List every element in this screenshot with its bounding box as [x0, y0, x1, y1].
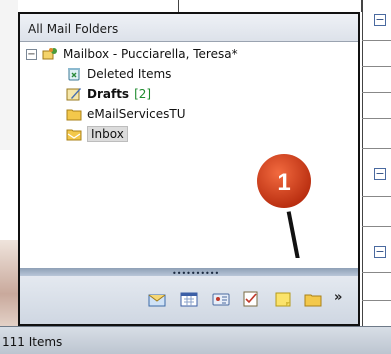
folder-icon	[66, 109, 82, 121]
divider	[362, 92, 391, 93]
background-window-edge	[178, 0, 362, 12]
background-photo	[0, 240, 18, 330]
divider	[362, 272, 391, 273]
pane-header: All Mail Folders	[20, 14, 358, 42]
tree-item-inbox[interactable]: Inbox	[66, 124, 128, 144]
pane-title: All Mail Folders	[28, 22, 119, 36]
tree-item-label: Inbox	[87, 126, 128, 142]
navigation-toolbar: »	[20, 276, 358, 324]
callout-number: 1	[277, 169, 291, 196]
status-bar: 111 Items	[0, 326, 391, 354]
tree-item-emailservicestu[interactable]: eMailServicesTU	[66, 104, 185, 124]
notes-icon[interactable]	[274, 291, 292, 307]
divider	[362, 226, 391, 227]
background-panel	[0, 0, 18, 150]
divider	[362, 66, 391, 67]
divider	[362, 196, 391, 197]
drafts-icon	[66, 88, 81, 101]
divider	[362, 148, 391, 149]
deleted-items-icon	[68, 68, 80, 81]
status-text: 111 Items	[2, 335, 63, 349]
mailbox-icon	[42, 48, 57, 60]
adjacent-pane	[362, 0, 391, 326]
pane-splitter[interactable]: ••••••••••	[20, 268, 358, 278]
tree-item-mailbox[interactable]: − Mailbox - Pucciarella, Teresa*	[26, 44, 238, 64]
more-buttons-chevron-icon[interactable]: »	[334, 290, 342, 305]
collapse-icon[interactable]: −	[26, 48, 37, 60]
tasks-icon[interactable]	[242, 291, 260, 307]
inbox-icon	[66, 129, 82, 141]
folder-list-icon[interactable]	[304, 291, 322, 307]
unread-count-badge: [2]	[134, 87, 152, 101]
tree-item-label: Mailbox - Pucciarella, Teresa*	[63, 47, 238, 61]
collapse-icon[interactable]: −	[374, 168, 386, 180]
mail-icon[interactable]	[148, 291, 166, 307]
collapse-icon[interactable]: −	[374, 246, 386, 258]
tree-item-label: Deleted Items	[87, 67, 172, 81]
tree-item-label: Drafts	[87, 87, 130, 101]
divider	[362, 40, 391, 41]
tree-item-drafts[interactable]: Drafts [2]	[66, 84, 151, 104]
contacts-icon[interactable]	[212, 291, 230, 307]
divider	[362, 300, 391, 301]
collapse-icon[interactable]: −	[374, 14, 386, 26]
calendar-icon[interactable]	[180, 291, 198, 307]
tree-item-deleted-items[interactable]: Deleted Items	[66, 64, 171, 84]
tree-item-label: eMailServicesTU	[87, 107, 186, 121]
divider	[362, 118, 391, 119]
step-callout	[253, 150, 315, 258]
